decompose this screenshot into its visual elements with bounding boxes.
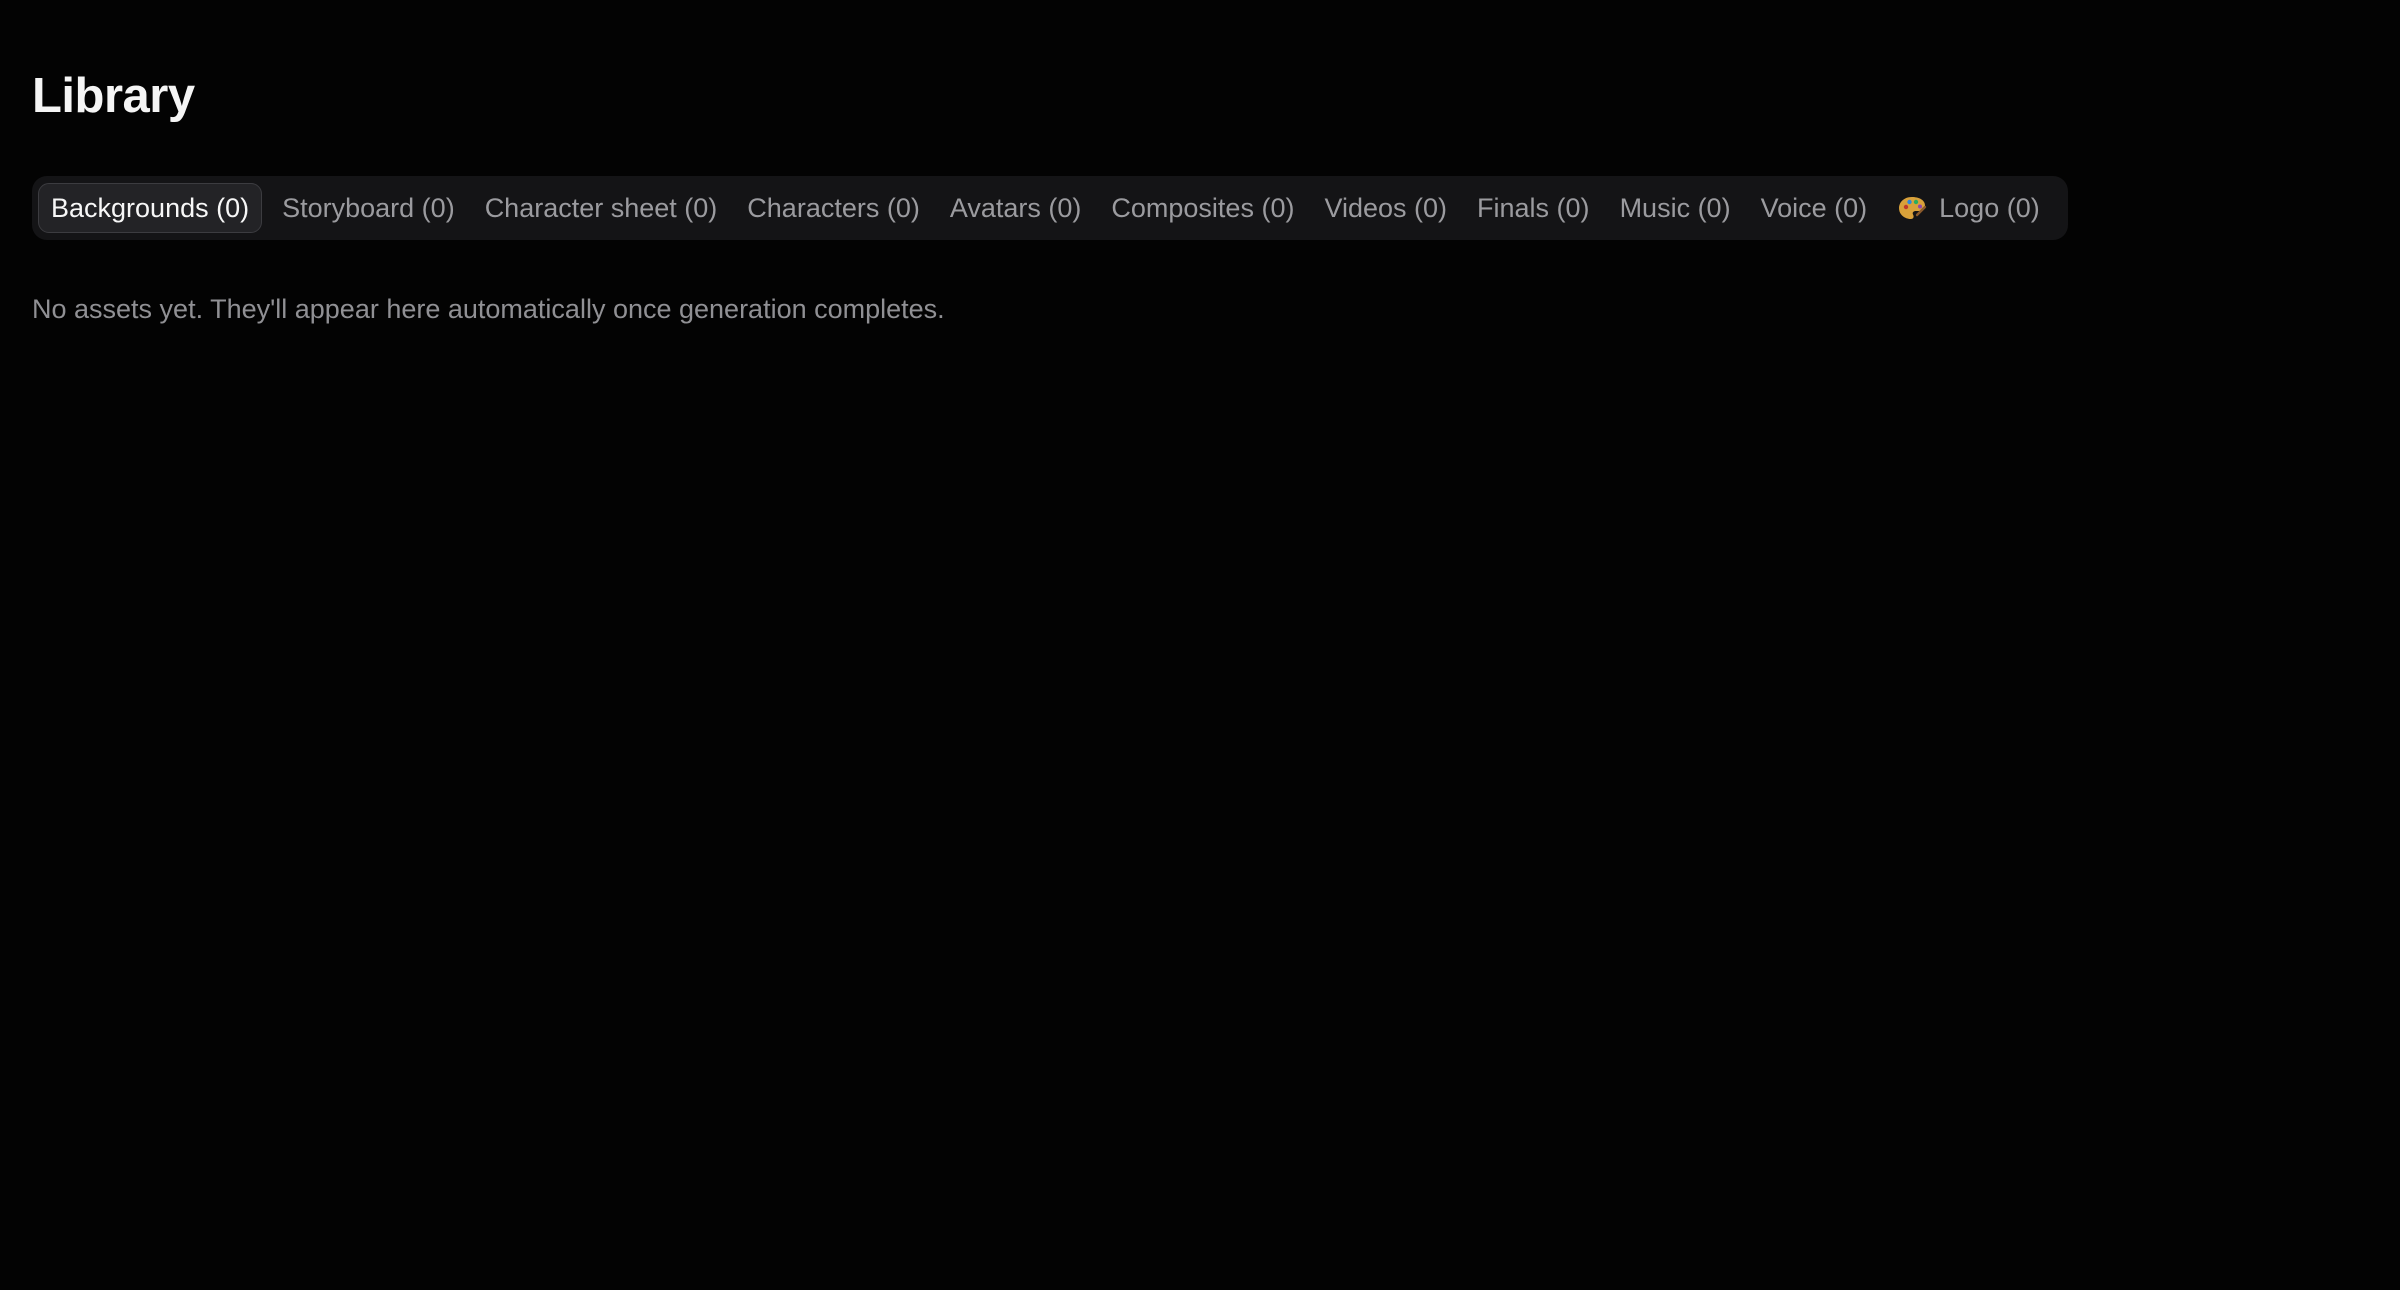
tab-voice[interactable]: Voice (0)	[1751, 183, 1878, 233]
tab-avatars[interactable]: Avatars (0)	[940, 183, 1092, 233]
tab-label: Logo (0)	[1939, 192, 2040, 223]
tab-label: Backgrounds (0)	[51, 192, 250, 223]
tab-label: Music (0)	[1619, 192, 1731, 223]
tab-backgrounds[interactable]: Backgrounds (0)	[38, 183, 263, 233]
tab-label: Finals (0)	[1477, 192, 1590, 223]
tab-characters[interactable]: Characters (0)	[737, 183, 930, 233]
tab-label: Avatars (0)	[949, 192, 1082, 223]
tab-label: Composites (0)	[1111, 192, 1295, 223]
tab-label: Character sheet (0)	[484, 192, 718, 223]
tab-label: Storyboard (0)	[282, 192, 455, 223]
tab-label: Videos (0)	[1324, 192, 1448, 223]
tab-logo[interactable]: Logo (0)	[1887, 183, 2050, 233]
empty-state-message: No assets yet. They'll appear here autom…	[32, 294, 945, 324]
tab-composites[interactable]: Composites (0)	[1101, 183, 1304, 233]
tab-finals[interactable]: Finals (0)	[1467, 183, 1600, 233]
tab-label: Voice (0)	[1760, 192, 1868, 223]
palette-icon	[1897, 195, 1927, 221]
tab-music[interactable]: Music (0)	[1610, 183, 1741, 233]
page-title: Library	[32, 69, 195, 123]
tab-storyboard[interactable]: Storyboard (0)	[272, 183, 465, 233]
asset-category-tabs: Backgrounds (0) Storyboard (0) Character…	[32, 176, 2068, 240]
tab-label: Characters (0)	[747, 192, 920, 223]
tab-character-sheet[interactable]: Character sheet (0)	[475, 183, 728, 233]
tab-videos[interactable]: Videos (0)	[1314, 183, 1457, 233]
